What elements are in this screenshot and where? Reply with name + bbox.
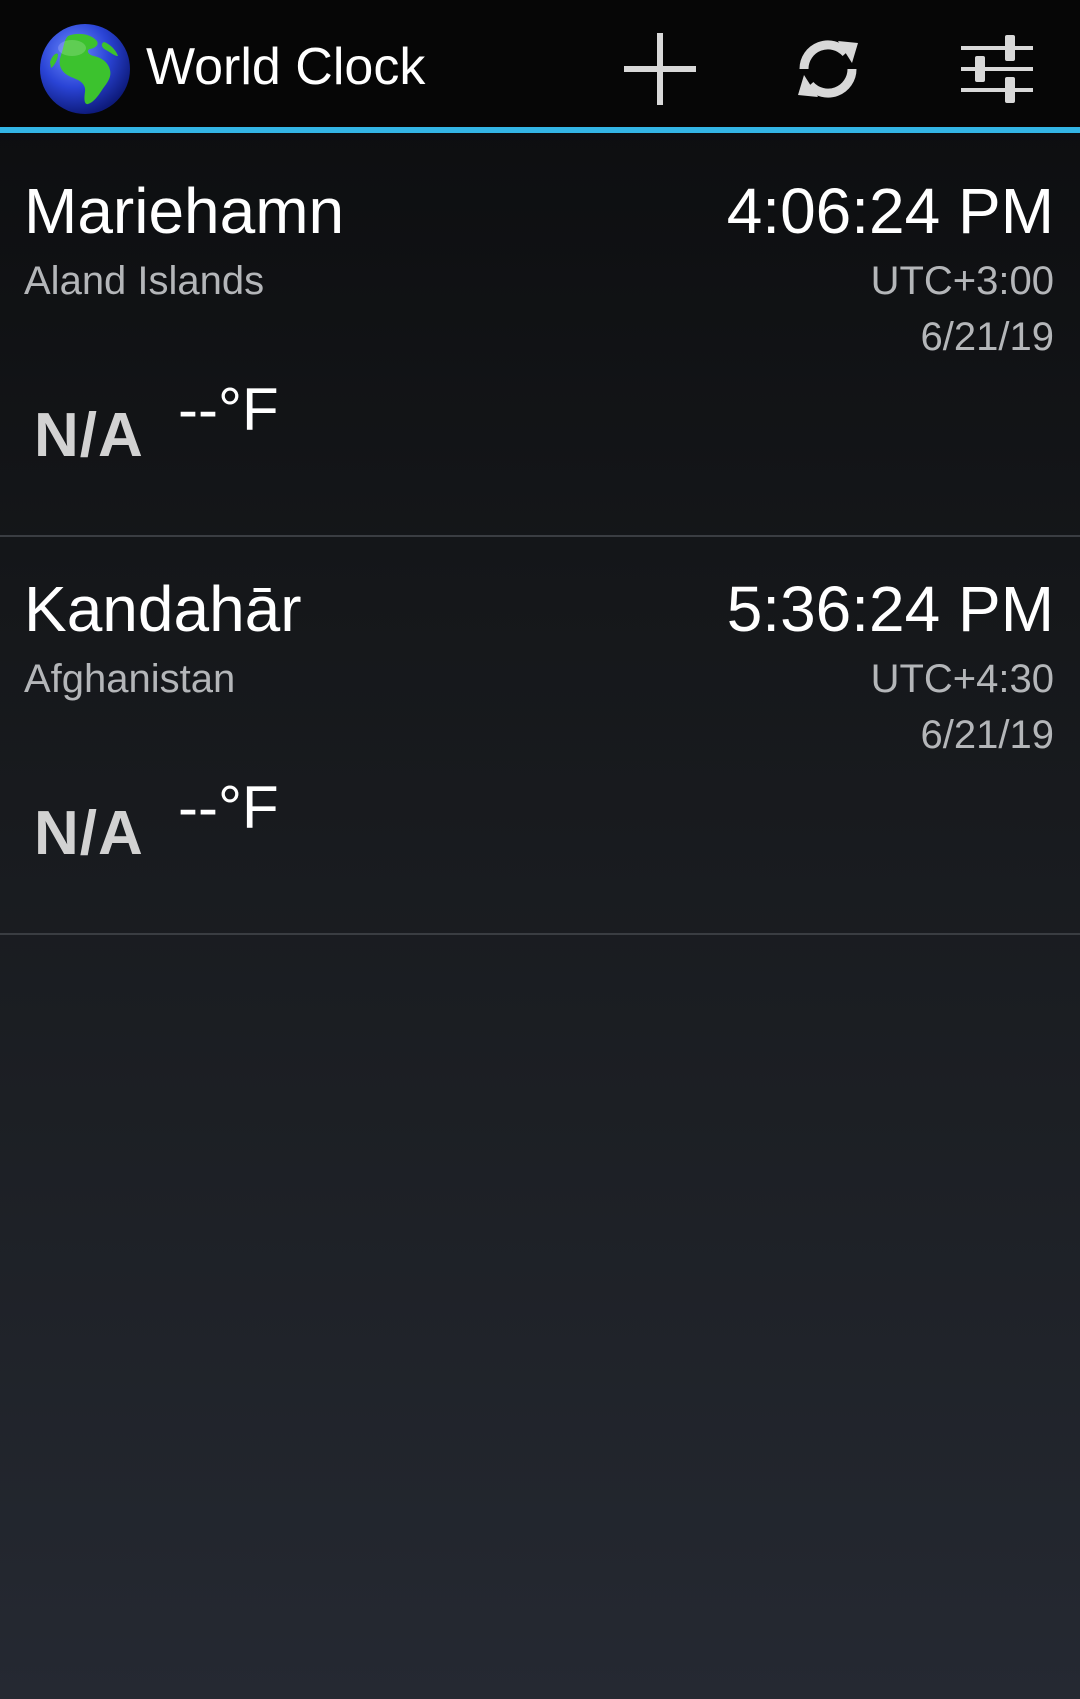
temperature: --°F (178, 774, 279, 841)
sliders-icon (961, 35, 1033, 103)
weather-unavailable-icon: N/A (34, 401, 144, 470)
list-item[interactable]: Kandahār Afghanistan 5:36:24 PM UTC+4:30… (0, 537, 1080, 935)
clock-list: Mariehamn Aland Islands 4:06:24 PM UTC+3… (0, 139, 1080, 935)
utc-offset: UTC+3:00 (870, 259, 1054, 303)
plus-icon (624, 33, 696, 105)
country-name: Aland Islands (24, 259, 265, 303)
action-bar: World Clock (0, 0, 1080, 133)
local-time: 5:36:24 PM (726, 573, 1054, 645)
settings-button[interactable] (950, 22, 1044, 116)
local-date: 6/21/19 (920, 315, 1054, 359)
utc-offset: UTC+4:30 (870, 657, 1054, 701)
refresh-icon (798, 40, 858, 98)
temperature: --°F (178, 376, 279, 443)
city-name: Mariehamn (24, 175, 345, 247)
country-name: Afghanistan (24, 657, 236, 701)
local-time: 4:06:24 PM (726, 175, 1054, 247)
globe-icon[interactable] (38, 22, 132, 116)
action-bar-divider (0, 127, 1080, 133)
city-name: Kandahār (24, 573, 302, 645)
list-item[interactable]: Mariehamn Aland Islands 4:06:24 PM UTC+3… (0, 139, 1080, 537)
refresh-button[interactable] (781, 22, 875, 116)
weather-unavailable-icon: N/A (34, 799, 144, 868)
app-title: World Clock (146, 38, 426, 96)
local-date: 6/21/19 (920, 713, 1054, 757)
add-city-button[interactable] (613, 22, 707, 116)
